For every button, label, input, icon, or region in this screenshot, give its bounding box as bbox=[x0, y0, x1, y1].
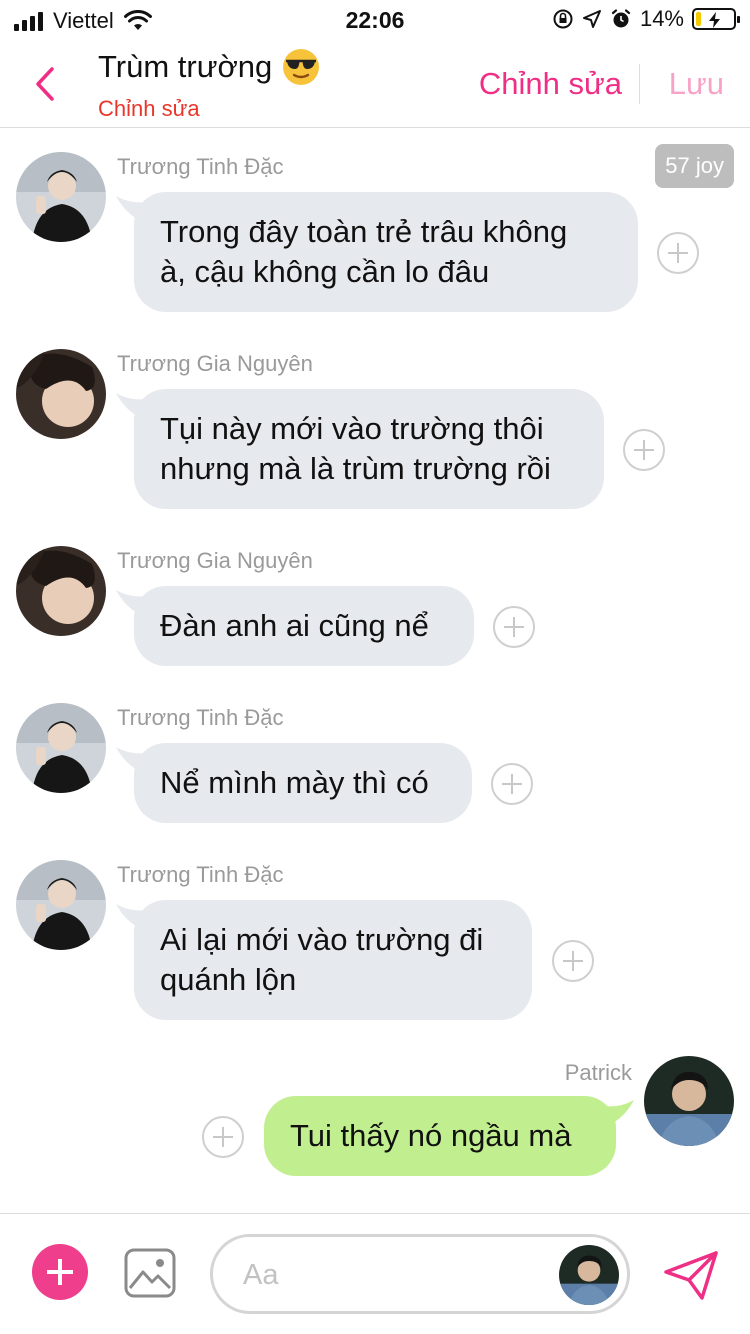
message-text-line: à, cậu không cần lo đâu bbox=[160, 254, 490, 289]
image-picker-button[interactable] bbox=[124, 1248, 176, 1298]
message-text-line: Đàn anh ai cũng nể bbox=[160, 608, 429, 643]
message-incoming: Trương Gia Nguyên Đàn anh ai cũng nể bbox=[0, 546, 750, 676]
sender-name: Trương Tinh Đặc bbox=[117, 705, 284, 730]
message-text-line: Tui thấy nó ngầu mà bbox=[290, 1118, 572, 1153]
message-bubble[interactable]: Trong đây toàn trẻ trâu không à, cậu khô… bbox=[134, 192, 638, 312]
add-reaction-button[interactable] bbox=[493, 606, 535, 648]
message-incoming: Trương Tinh Đặc Nể mình mày thì có bbox=[0, 703, 750, 833]
message-bubble[interactable]: Tụi này mới vào trường thôi nhưng mà là … bbox=[134, 389, 604, 509]
add-attachment-button[interactable] bbox=[32, 1244, 88, 1300]
add-reaction-button[interactable] bbox=[202, 1116, 244, 1158]
back-button[interactable] bbox=[28, 64, 62, 104]
avatar[interactable] bbox=[16, 152, 106, 242]
save-button[interactable]: Lưu bbox=[669, 66, 724, 102]
message-text-line: Ai lại mới vào trường đi bbox=[160, 922, 484, 957]
message-text-line: Trong đây toàn trẻ trâu không bbox=[160, 214, 568, 249]
message-bubble[interactable]: Ai lại mới vào trường đi quánh lộn bbox=[134, 900, 532, 1020]
avatar[interactable] bbox=[644, 1056, 734, 1146]
status-right: 14% bbox=[552, 6, 740, 32]
add-reaction-button[interactable] bbox=[657, 232, 699, 274]
orientation-lock-icon bbox=[553, 9, 573, 29]
status-bar: Viettel 22:06 14% bbox=[0, 0, 750, 42]
image-icon bbox=[124, 1248, 176, 1298]
sender-name: Trương Tinh Đặc bbox=[117, 862, 284, 887]
message-incoming: Trương Gia Nguyên Tụi này mới vào trường… bbox=[0, 349, 750, 519]
message-bubble[interactable]: Đàn anh ai cũng nể bbox=[134, 586, 474, 666]
message-incoming: Trương Tinh Đặc Trong đây toàn trẻ trâu … bbox=[0, 152, 750, 322]
sender-name: Trương Tinh Đặc bbox=[117, 154, 284, 179]
sender-name: Trương Gia Nguyên bbox=[117, 548, 313, 573]
chat-thread: 57 joy Trương Tinh Đặc Trong đây toàn tr… bbox=[0, 128, 750, 1213]
message-text-line: nhưng mà là trùm trường rồi bbox=[160, 451, 551, 486]
message-text-line: Nể mình mày thì có bbox=[160, 765, 429, 800]
message-bubble[interactable]: Tui thấy nó ngầu mà bbox=[264, 1096, 616, 1176]
message-text-line: Tụi này mới vào trường thôi bbox=[160, 411, 544, 446]
message-bubble[interactable]: Nể mình mày thì có bbox=[134, 743, 472, 823]
alarm-icon bbox=[611, 9, 631, 28]
chevron-left-icon bbox=[36, 67, 54, 101]
sunglasses-emoji-icon bbox=[283, 49, 320, 85]
add-reaction-button[interactable] bbox=[491, 763, 533, 805]
sender-name: Patrick bbox=[564, 1060, 632, 1085]
battery-percent: 14% bbox=[639, 6, 684, 31]
send-button[interactable] bbox=[662, 1250, 720, 1302]
header-divider bbox=[639, 64, 640, 104]
avatar[interactable] bbox=[16, 860, 106, 950]
add-reaction-button[interactable] bbox=[623, 429, 665, 471]
avatar[interactable] bbox=[16, 349, 106, 439]
message-incoming: Trương Tinh Đặc Ai lại mới vào trường đi… bbox=[0, 860, 750, 1030]
message-input[interactable]: Aa bbox=[210, 1234, 630, 1314]
title-text: Trùm trường bbox=[98, 49, 273, 84]
sender-avatar-switch[interactable] bbox=[559, 1245, 619, 1305]
avatar[interactable] bbox=[16, 703, 106, 793]
composer-bar: Aa bbox=[0, 1213, 750, 1334]
avatar[interactable] bbox=[16, 546, 106, 636]
sender-name: Trương Gia Nguyên bbox=[117, 351, 313, 376]
edit-button[interactable]: Chỉnh sửa bbox=[479, 66, 622, 102]
message-text-line: quánh lộn bbox=[160, 962, 297, 997]
message-input-placeholder: Aa bbox=[243, 1259, 279, 1291]
battery-charging-icon bbox=[692, 8, 740, 30]
add-reaction-button[interactable] bbox=[552, 940, 594, 982]
edit-subtitle-link[interactable]: Chỉnh sửa bbox=[98, 96, 200, 122]
location-icon bbox=[582, 10, 601, 28]
chat-header: Trùm trường Chỉnh sửa Chỉnh sửa Lưu bbox=[0, 42, 750, 128]
send-icon bbox=[664, 1251, 718, 1300]
page-title: Trùm trường bbox=[98, 48, 320, 86]
message-outgoing: Patrick Tui thấy nó ngầu mà bbox=[0, 1056, 750, 1186]
